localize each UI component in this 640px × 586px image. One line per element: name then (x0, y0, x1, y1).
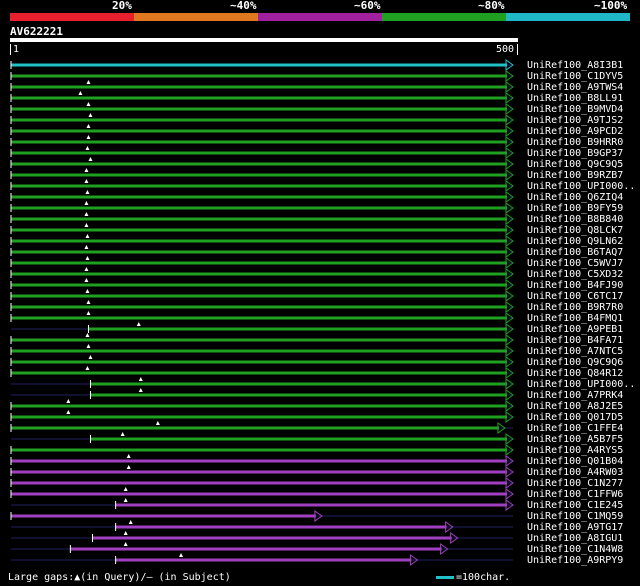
query-gap-marker (85, 256, 90, 260)
query-gap-marker (84, 201, 89, 205)
hit-label[interactable]: UniRef100_B9FY59 (527, 203, 623, 214)
hit-label[interactable]: UniRef100_Q017D5 (527, 412, 623, 423)
query-gap-marker (84, 267, 89, 271)
query-gap-marker (85, 190, 90, 194)
query-gap-marker (85, 146, 90, 150)
hit-label[interactable]: UniRef100_B4FJ90 (527, 280, 623, 291)
query-gap-marker (66, 410, 71, 414)
gap-legend: Large gaps:▲(in Query)/– (in Subject) (8, 572, 231, 583)
query-gap-marker (155, 421, 160, 425)
query-gap-marker (123, 498, 128, 502)
query-gap-marker (84, 278, 89, 282)
hit-label[interactable]: UniRef100_C5XD32 (527, 269, 623, 280)
hit-label[interactable]: UniRef100_A5B7F5 (527, 434, 623, 445)
hit-label[interactable]: UniRef100_Q6ZIQ4 (527, 192, 623, 203)
hit-label[interactable]: UniRef100_B6TAQ7 (527, 247, 623, 258)
query-gap-marker (136, 322, 141, 326)
hit-label[interactable]: UniRef100_A7NTC5 (527, 346, 623, 357)
hit-label[interactable]: UniRef100_B4FA71 (527, 335, 623, 346)
hit-label[interactable]: UniRef100_C1MQ59 (527, 511, 623, 522)
hit-label[interactable]: UniRef100_B8B840 (527, 214, 623, 225)
hit-label[interactable]: UniRef100_B9RZB7 (527, 170, 623, 181)
query-gap-marker (138, 388, 143, 392)
query-gap-marker (88, 157, 93, 161)
query-gap-marker (85, 234, 90, 238)
query-gap-marker (86, 344, 91, 348)
query-gap-marker (84, 223, 89, 227)
hit-label[interactable]: UniRef100_C6TC17 (527, 291, 623, 302)
hit-label[interactable]: UniRef100_Q8LCK7 (527, 225, 623, 236)
query-gap-marker (88, 113, 93, 117)
hit-label[interactable]: UniRef100_A8J2E5 (527, 401, 623, 412)
scale-label: =100char. (456, 572, 511, 583)
hit-label[interactable]: UniRef100_A8IGU1 (527, 533, 623, 544)
query-gap-marker (86, 311, 91, 315)
hit-label[interactable]: UniRef100_C1FFE4 (527, 423, 623, 434)
hit-label[interactable]: UniRef100_C1N4W8 (527, 544, 623, 555)
hit-label[interactable]: UniRef100_Q9C9Q5 (527, 159, 623, 170)
hit-label[interactable]: UniRef100_A9RPY9 (527, 555, 623, 566)
hit-label[interactable]: UniRef100_C1N277 (527, 478, 623, 489)
hit-label[interactable]: UniRef100_B8LL91 (527, 93, 623, 104)
query-gap-marker (78, 91, 83, 95)
hit-label[interactable]: UniRef100_Q9C9Q6 (527, 357, 623, 368)
hit-label[interactable]: UniRef100_A9TJS2 (527, 115, 623, 126)
hit-label[interactable]: UniRef100_Q84R12 (527, 368, 623, 379)
scale-legend: =100char. (436, 572, 510, 584)
query-gap-marker (66, 399, 71, 403)
query-gap-marker (120, 432, 125, 436)
query-gap-marker (126, 454, 131, 458)
hit-label[interactable]: UniRef100_A7PRK4 (527, 390, 623, 401)
query-gap-marker (126, 465, 131, 469)
query-gap-marker (84, 245, 89, 249)
query-gap-marker (123, 542, 128, 546)
hit-label[interactable]: UniRef100_C1DYV5 (527, 71, 623, 82)
hit-label[interactable]: UniRef100_B9MVD4 (527, 104, 623, 115)
query-gap-marker (85, 366, 90, 370)
hit-label[interactable]: UniRef100_C5WVJ7 (527, 258, 623, 269)
hit-label[interactable]: UniRef100_A4RYS5 (527, 445, 623, 456)
hit-label[interactable]: UniRef100_UPI000.. (527, 379, 635, 390)
query-gap-marker (138, 377, 143, 381)
query-gap-marker (85, 289, 90, 293)
hit-label[interactable]: UniRef100_UPI000.. (527, 181, 635, 192)
hit-label[interactable]: UniRef100_A9TWS4 (527, 82, 623, 93)
hit-label[interactable]: UniRef100_A9PCD2 (527, 126, 623, 137)
query-gap-marker (84, 212, 89, 216)
query-gap-marker (88, 355, 93, 359)
hit-label[interactable]: UniRef100_A4RW03 (527, 467, 623, 478)
query-gap-marker (86, 300, 91, 304)
hit-label[interactable]: UniRef100_Q01B04 (527, 456, 623, 467)
query-gap-marker (86, 124, 91, 128)
query-gap-marker (85, 333, 90, 337)
hit-label[interactable]: UniRef100_B4FMQ1 (527, 313, 623, 324)
query-gap-marker (123, 487, 128, 491)
query-gap-marker (86, 135, 91, 139)
alignment-chart: UniRef100_A8I3B1UniRef100_C1DYV5UniRef10… (10, 59, 635, 566)
query-gap-marker (86, 102, 91, 106)
hit-label[interactable]: UniRef100_Q9LN62 (527, 236, 623, 247)
hit-label[interactable]: UniRef100_B9HRR0 (527, 137, 623, 148)
query-gap-marker (84, 179, 89, 183)
scale-bar (436, 575, 454, 579)
query-gap-marker (84, 168, 89, 172)
query-gap-marker (128, 520, 133, 524)
hit-label[interactable]: UniRef100_B9GP37 (527, 148, 623, 159)
hit-label[interactable]: UniRef100_A9PEB1 (527, 324, 623, 335)
hit-label[interactable]: UniRef100_C1FFW6 (527, 489, 623, 500)
hit-label[interactable]: UniRef100_C1E245 (527, 500, 623, 511)
query-gap-marker (86, 80, 91, 84)
hit-label[interactable]: UniRef100_A9TG17 (527, 522, 623, 533)
hit-label[interactable]: UniRef100_B9R7R0 (527, 302, 623, 313)
hit-label[interactable]: UniRef100_A8I3B1 (527, 60, 623, 71)
query-gap-marker (123, 531, 128, 535)
query-gap-marker (179, 553, 184, 557)
